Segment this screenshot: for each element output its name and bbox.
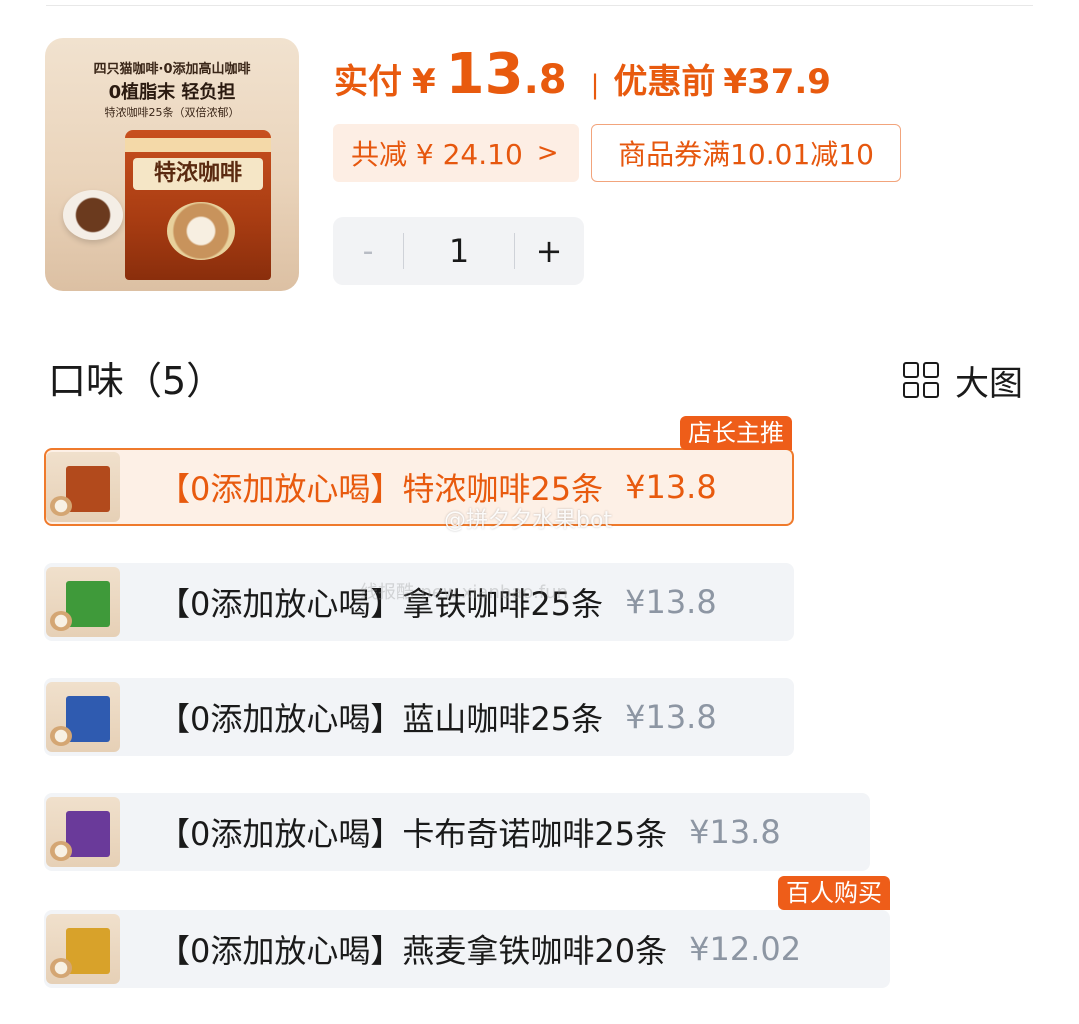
paid-currency: ¥	[412, 62, 436, 102]
paid-label: 实付	[334, 62, 402, 102]
flavor-option-label: 【0添加放心喝】拿铁咖啡25条	[158, 585, 604, 623]
flavor-option-label: 【0添加放心喝】蓝山咖啡25条	[158, 700, 604, 738]
big-image-label: 大图	[955, 363, 1023, 404]
big-image-toggle[interactable]: 大图	[903, 355, 1023, 405]
price-row: 实付 ¥ 13 .8 | 优惠前 ¥37.9	[334, 42, 831, 112]
decrease-quantity-button[interactable]: -	[333, 234, 403, 269]
flavor-thumbnail	[46, 452, 120, 522]
coffee-mug-graphic	[63, 190, 123, 240]
top-divider	[46, 5, 1033, 6]
flavor-option-label: 【0添加放心喝】特浓咖啡25条	[158, 470, 604, 508]
original-price-label: 优惠前	[613, 62, 716, 102]
flavor-bag-graphic	[66, 811, 110, 857]
flavor-bag-graphic	[66, 466, 110, 512]
flavor-bag-graphic	[66, 581, 110, 627]
total-discount-text: 共减 ¥ 24.10	[351, 138, 523, 171]
total-discount-button[interactable]: 共减 ¥ 24.10 >	[333, 124, 579, 182]
coupon-text: 商品券满10.01减10	[618, 138, 874, 171]
increase-quantity-button[interactable]: +	[515, 232, 583, 270]
flavor-option-price: ¥12.02	[689, 930, 802, 968]
flavor-thumbnail	[46, 914, 120, 984]
flavor-thumbnail	[46, 682, 120, 752]
grid-view-icon	[903, 362, 939, 398]
product-image-brand-text: 四只猫咖啡·0添加高山咖啡	[93, 62, 251, 77]
flavor-option-price: ¥13.8	[625, 583, 717, 621]
paid-price-integer: 13	[445, 42, 524, 107]
product-bag-name: 特浓咖啡	[133, 158, 263, 190]
recommended-badge: 店长主推	[680, 416, 792, 450]
product-image[interactable]: 四只猫咖啡·0添加高山咖啡 0植脂末 轻负担 特浓咖啡25条（双倍浓郁） 特浓咖…	[45, 38, 299, 291]
flavor-thumbnail	[46, 797, 120, 867]
paid-price-decimal: .8	[523, 57, 567, 103]
flavor-option-espresso[interactable]: 【0添加放心喝】特浓咖啡25条 ¥13.8 店长主推	[44, 416, 794, 526]
flavor-thumbnail	[46, 567, 120, 637]
price-separator: |	[590, 70, 600, 100]
flavor-option-price: ¥13.8	[689, 813, 781, 851]
flavor-option-cappuccino[interactable]: 【0添加放心喝】卡布奇诺咖啡25条 ¥13.8	[44, 793, 870, 871]
original-price-value: ¥37.9	[723, 62, 831, 102]
flavor-option-label: 【0添加放心喝】卡布奇诺咖啡25条	[158, 815, 668, 853]
flavor-option-oat-latte[interactable]: 【0添加放心喝】燕麦拿铁咖啡20条 ¥12.02 百人购买	[44, 876, 890, 988]
flavor-bag-graphic	[66, 928, 110, 974]
flavor-bag-graphic	[66, 696, 110, 742]
flavor-section-title: 口味（5）	[48, 359, 225, 403]
quantity-stepper: - 1 +	[333, 217, 584, 285]
flavor-option-blue-mountain[interactable]: 【0添加放心喝】蓝山咖啡25条 ¥13.8	[44, 678, 794, 756]
latte-cup-graphic	[167, 202, 235, 260]
flavor-option-label: 【0添加放心喝】燕麦拿铁咖啡20条	[158, 932, 668, 970]
flavor-option-latte[interactable]: 【0添加放心喝】拿铁咖啡25条 ¥13.8	[44, 563, 794, 641]
quantity-value[interactable]: 1	[404, 232, 514, 270]
chevron-right-icon: >	[536, 138, 559, 168]
product-bag-graphic: 特浓咖啡	[125, 130, 271, 280]
flavor-option-price: ¥13.8	[625, 468, 717, 506]
coupon-tag[interactable]: 商品券满10.01减10	[591, 124, 901, 182]
product-image-subtitle: 特浓咖啡25条（双倍浓郁）	[104, 106, 240, 119]
product-image-tagline: 0植脂末 轻负担	[108, 82, 236, 103]
flavor-option-price: ¥13.8	[625, 698, 717, 736]
popular-badge: 百人购买	[778, 876, 890, 910]
